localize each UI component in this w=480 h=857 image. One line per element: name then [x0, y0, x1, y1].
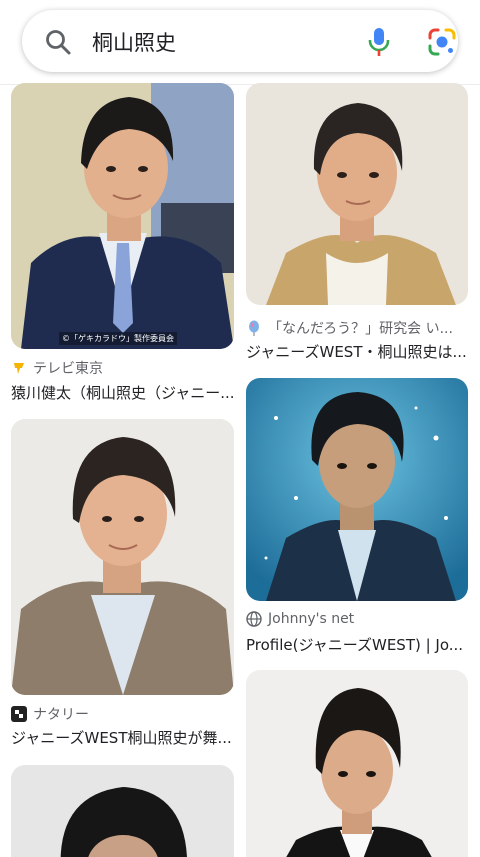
result-title-3[interactable]: ジャニーズWEST桐山照史が舞...	[11, 727, 234, 748]
result-source-label-2: 「なんだろう？」研究会 い...	[268, 321, 453, 337]
result-source-1: テレビ東京	[11, 358, 234, 378]
globe-icon	[246, 611, 262, 627]
result-title-4[interactable]: Profile(ジャニーズWEST) | Jo...	[246, 634, 468, 655]
result-thumbnail-4[interactable]	[246, 378, 468, 601]
search-input[interactable]: 桐山照史	[92, 27, 176, 57]
image-caption: ©「ゲキカラドウ」製作委員会	[59, 332, 177, 345]
result-source-label-3: ナタリー	[33, 707, 89, 723]
result-source-label-4: Johnny's net	[268, 611, 355, 627]
natalie-icon	[11, 706, 27, 722]
result-source-2: 「なんだろう？」研究会 い...	[246, 318, 468, 338]
result-thumbnail-5[interactable]	[11, 765, 234, 857]
tv-tokyo-icon	[11, 360, 27, 376]
search-icon[interactable]	[44, 28, 72, 56]
result-thumbnail-1[interactable]: ©「ゲキカラドウ」製作委員会	[11, 83, 234, 349]
google-lens-icon[interactable]	[427, 27, 457, 57]
result-source-3: ナタリー	[11, 704, 234, 724]
result-source-label-1: テレビ東京	[33, 361, 103, 377]
balloon-icon	[246, 320, 262, 336]
result-title-1[interactable]: 猿川健太（桐山照史（ジャニー...	[11, 382, 234, 403]
result-thumbnail-6[interactable]	[246, 670, 468, 857]
search-bar[interactable]: 桐山照史	[22, 10, 458, 72]
result-source-4: Johnny's net	[246, 611, 468, 627]
result-thumbnail-3[interactable]	[11, 419, 234, 695]
result-title-2[interactable]: ジャニーズWEST・桐山照史は...	[246, 341, 468, 362]
result-thumbnail-2[interactable]	[246, 83, 468, 305]
microphone-icon[interactable]	[366, 26, 392, 58]
